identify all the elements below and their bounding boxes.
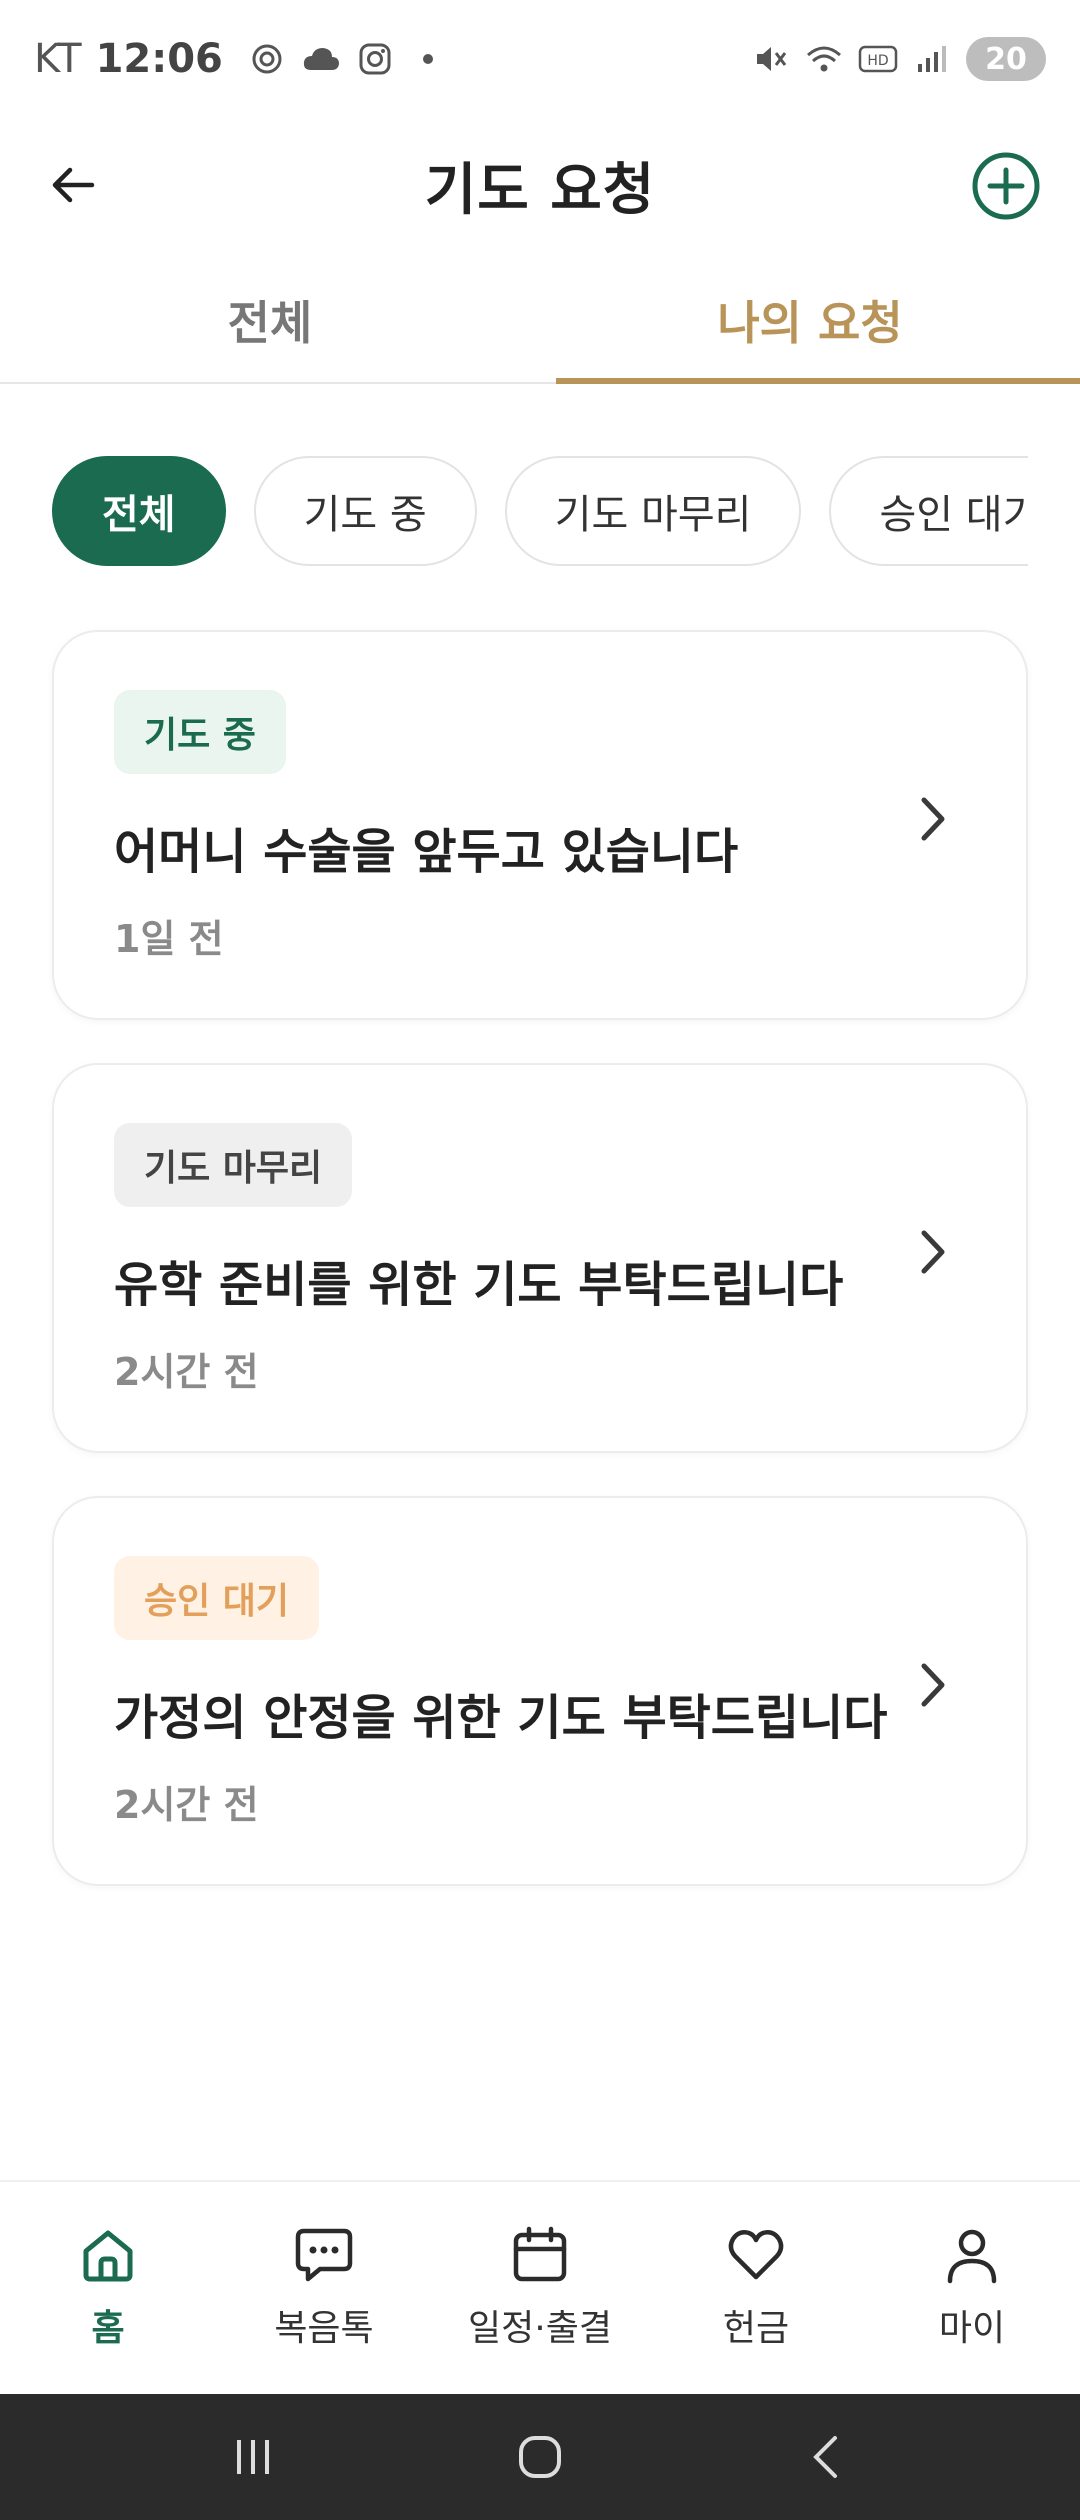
svg-text:HD: HD bbox=[867, 53, 888, 69]
notification-dot bbox=[422, 54, 433, 64]
chevron-left-icon bbox=[812, 2436, 837, 2478]
nav-label: 복음톡 bbox=[274, 2308, 374, 2349]
request-time: 2시간 전 bbox=[114, 1783, 259, 1827]
tab-all[interactable]: 전체 bbox=[0, 258, 540, 382]
chat-icon bbox=[295, 2228, 353, 2282]
heart-icon bbox=[728, 2230, 784, 2280]
status-filters: 전체 기도 중 기도 마무리 승인 대기 bbox=[52, 456, 1028, 568]
request-title: 유학 준비를 위한 기도 부탁드립니다 bbox=[114, 1257, 844, 1313]
request-tabs: 전체 나의 요청 bbox=[0, 258, 1080, 384]
clock: 12:06 bbox=[95, 36, 223, 82]
status-badge: 승인 대기 bbox=[114, 1556, 320, 1640]
filter-chip-all[interactable]: 전체 bbox=[52, 456, 226, 566]
request-card[interactable]: 기도 마무리 유학 준비를 위한 기도 부탁드립니다 2시간 전 bbox=[52, 1063, 1028, 1453]
nav-label: 일정·출결 bbox=[468, 2308, 612, 2349]
home-icon bbox=[83, 2230, 133, 2282]
recent-apps-button[interactable] bbox=[208, 2412, 298, 2502]
chevron-right-icon bbox=[908, 794, 958, 844]
tab-my-requests[interactable]: 나의 요청 bbox=[540, 258, 1080, 384]
status-badge: 기도 중 bbox=[114, 690, 286, 774]
wifi-icon bbox=[804, 39, 844, 79]
filter-chip-praying[interactable]: 기도 중 bbox=[253, 456, 477, 566]
plus-circle-icon bbox=[972, 152, 1040, 220]
request-time: 2시간 전 bbox=[114, 1350, 259, 1394]
back-system-button[interactable] bbox=[782, 2412, 872, 2502]
hd-icon: HD bbox=[858, 39, 898, 79]
status-right: HD 20 bbox=[750, 37, 1046, 81]
home-system-button[interactable] bbox=[495, 2412, 585, 2502]
openai-icon bbox=[247, 39, 287, 79]
nav-label: 홈 bbox=[91, 2308, 125, 2349]
arrow-left-icon bbox=[52, 167, 95, 203]
system-navigation-bar bbox=[0, 2394, 1080, 2520]
request-title: 어머니 수술을 앞두고 있습니다 bbox=[114, 824, 739, 880]
status-badge: 기도 마무리 bbox=[114, 1123, 353, 1207]
request-card[interactable]: 기도 중 어머니 수술을 앞두고 있습니다 1일 전 bbox=[52, 630, 1028, 1020]
nav-label: 헌금 bbox=[722, 2308, 790, 2349]
bottom-navigation: 홈 복음톡 일정·출결 헌금 마이 bbox=[0, 2180, 1080, 2394]
prayer-requests-screen: KT 12:06 HD 20 기도 요청 전체 나의 요청 전체 기도 중 기도… bbox=[0, 0, 1080, 2520]
signal-icon bbox=[912, 39, 952, 79]
nav-home[interactable]: 홈 bbox=[0, 2182, 216, 2394]
instagram-icon bbox=[355, 39, 395, 79]
calendar-icon bbox=[513, 2226, 567, 2282]
carrier-label: KT bbox=[34, 36, 82, 82]
recent-apps-icon bbox=[237, 2440, 270, 2474]
chevron-right-icon bbox=[908, 1227, 958, 1277]
nav-schedule[interactable]: 일정·출결 bbox=[432, 2182, 648, 2394]
filter-chip-pending[interactable]: 승인 대기 bbox=[829, 456, 1028, 566]
battery-indicator: 20 bbox=[966, 37, 1046, 81]
nav-chat[interactable]: 복음톡 bbox=[216, 2182, 432, 2394]
filter-chip-completed[interactable]: 기도 마무리 bbox=[504, 456, 802, 566]
app-header: 기도 요청 bbox=[0, 130, 1080, 240]
mute-icon bbox=[750, 39, 790, 79]
nav-offering[interactable]: 헌금 bbox=[648, 2182, 864, 2394]
request-time: 1일 전 bbox=[114, 917, 224, 961]
home-circle-icon bbox=[518, 2436, 561, 2478]
chevron-right-icon bbox=[908, 1660, 958, 1710]
page-title: 기도 요청 bbox=[424, 157, 656, 223]
cloud-icon bbox=[301, 39, 341, 79]
nav-label: 마이 bbox=[938, 2308, 1006, 2349]
status-bar: KT 12:06 HD 20 bbox=[0, 0, 1080, 118]
add-request-button[interactable] bbox=[970, 150, 1042, 222]
request-title: 가정의 안정을 위한 기도 부탁드립니다 bbox=[114, 1690, 888, 1746]
status-left: KT 12:06 bbox=[34, 36, 433, 82]
back-button[interactable] bbox=[40, 152, 106, 218]
nav-my[interactable]: 마이 bbox=[864, 2182, 1080, 2394]
request-card[interactable]: 승인 대기 가정의 안정을 위한 기도 부탁드립니다 2시간 전 bbox=[52, 1496, 1028, 1886]
user-icon bbox=[947, 2229, 997, 2284]
